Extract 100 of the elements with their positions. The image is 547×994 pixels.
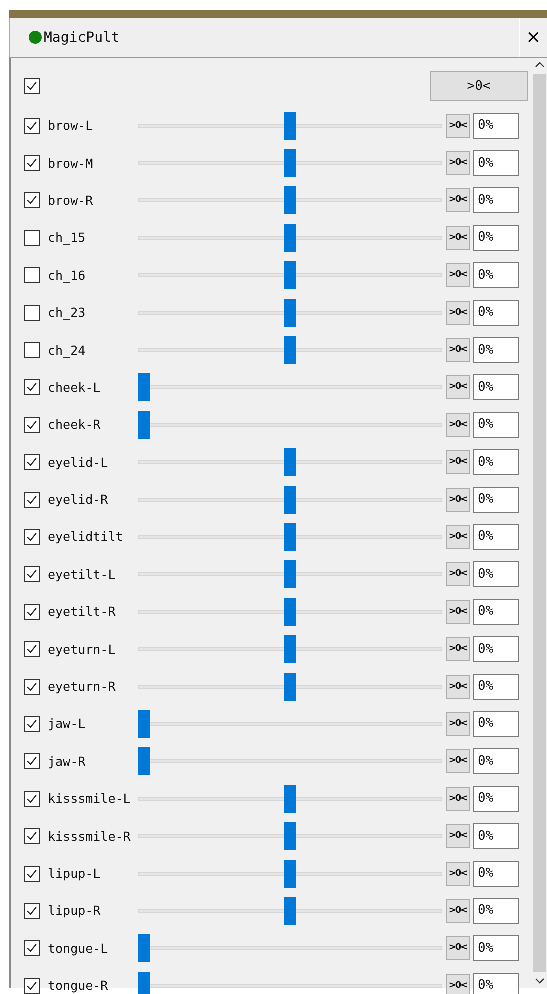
reset-button[interactable]: >0< (446, 936, 470, 960)
slider-thumb[interactable] (284, 560, 296, 588)
slider-thumb[interactable] (284, 336, 296, 364)
reset-button[interactable]: >0< (446, 412, 470, 437)
checkbox[interactable] (24, 828, 40, 844)
reset-button[interactable]: >0< (446, 338, 470, 362)
slider[interactable] (138, 635, 442, 664)
slider[interactable] (138, 224, 442, 252)
slider[interactable] (138, 410, 442, 439)
slider-thumb[interactable] (138, 934, 150, 962)
reset-button[interactable]: >0< (446, 898, 470, 923)
slider[interactable] (138, 934, 442, 962)
slider[interactable] (138, 448, 442, 476)
value-field[interactable]: 0% (473, 112, 519, 139)
reset-button[interactable]: >0< (446, 974, 470, 994)
value-field[interactable]: 0% (473, 561, 519, 588)
value-field[interactable]: 0% (473, 524, 519, 550)
slider-thumb[interactable] (284, 448, 296, 476)
slider[interactable] (138, 747, 442, 776)
checkbox[interactable] (24, 902, 40, 919)
reset-button[interactable]: >0< (446, 674, 470, 699)
checkbox[interactable] (24, 304, 40, 321)
slider[interactable] (138, 186, 442, 214)
checkbox[interactable] (24, 454, 40, 470)
reset-button[interactable]: >0< (446, 114, 470, 138)
value-field[interactable]: 0% (473, 935, 519, 962)
slider-thumb[interactable] (284, 149, 296, 178)
slider[interactable] (138, 822, 442, 850)
reset-button[interactable]: >0< (446, 450, 470, 474)
slider-thumb[interactable] (138, 410, 150, 439)
value-field[interactable]: 0% (473, 224, 519, 251)
checkbox[interactable] (24, 866, 40, 882)
value-field[interactable]: 0% (473, 748, 519, 774)
checkbox[interactable] (24, 753, 40, 770)
reset-button[interactable]: >0< (446, 637, 470, 662)
value-field[interactable]: 0% (473, 337, 519, 364)
reset-button[interactable]: >0< (446, 188, 470, 212)
scroll-up-icon[interactable] (534, 62, 544, 68)
value-field[interactable]: 0% (473, 449, 519, 476)
slider[interactable] (138, 710, 442, 738)
reset-button[interactable]: >0< (446, 524, 470, 549)
reset-button[interactable]: >0< (446, 824, 470, 848)
slider-thumb[interactable] (284, 298, 296, 327)
value-field[interactable]: 0% (473, 598, 519, 625)
checkbox[interactable] (24, 342, 40, 358)
reset-button[interactable]: >0< (446, 562, 470, 586)
slider-thumb[interactable] (284, 598, 296, 626)
value-field[interactable]: 0% (473, 262, 519, 288)
value-field[interactable]: 0% (473, 486, 519, 513)
slider-thumb[interactable] (138, 710, 150, 738)
slider[interactable] (138, 672, 442, 701)
reset-button[interactable]: >0< (446, 600, 470, 624)
checkbox[interactable] (24, 155, 40, 172)
slider-thumb[interactable] (284, 672, 296, 701)
value-field[interactable]: 0% (473, 860, 519, 886)
slider[interactable] (138, 860, 442, 888)
checkbox[interactable] (24, 492, 40, 508)
slider[interactable] (138, 373, 442, 402)
slider[interactable] (138, 560, 442, 588)
checkbox[interactable] (24, 78, 40, 94)
reset-button[interactable]: >0< (446, 263, 470, 288)
checkbox[interactable] (24, 118, 40, 134)
checkbox[interactable] (24, 192, 40, 208)
value-field[interactable]: 0% (473, 786, 519, 812)
slider[interactable] (138, 149, 442, 178)
checkbox[interactable] (24, 940, 40, 956)
slider[interactable] (138, 261, 442, 290)
slider-thumb[interactable] (138, 972, 150, 994)
slider-thumb[interactable] (284, 186, 296, 214)
reset-button[interactable]: >0< (446, 749, 470, 774)
checkbox[interactable] (24, 978, 40, 994)
slider-thumb[interactable] (284, 635, 296, 664)
reset-button[interactable]: >0< (446, 151, 470, 176)
slider-thumb[interactable] (284, 784, 296, 813)
value-field[interactable]: 0% (473, 300, 519, 326)
value-field[interactable]: 0% (473, 374, 519, 400)
checkbox[interactable] (24, 230, 40, 246)
slider[interactable] (138, 522, 442, 551)
slider-thumb[interactable] (284, 896, 296, 925)
value-field[interactable]: 0% (473, 636, 519, 662)
slider-thumb[interactable] (284, 822, 296, 850)
slider[interactable] (138, 112, 442, 140)
value-field[interactable]: 0% (473, 150, 519, 176)
reset-button[interactable]: >0< (446, 375, 470, 400)
slider[interactable] (138, 896, 442, 925)
reset-button[interactable]: >0< (446, 226, 470, 250)
checkbox[interactable] (24, 641, 40, 658)
slider-thumb[interactable] (284, 224, 296, 252)
checkbox[interactable] (24, 566, 40, 582)
checkbox[interactable] (24, 528, 40, 545)
slider-thumb[interactable] (138, 747, 150, 776)
slider[interactable] (138, 298, 442, 327)
value-field[interactable]: 0% (473, 187, 519, 214)
slider[interactable] (138, 784, 442, 813)
slider-thumb[interactable] (284, 112, 296, 140)
value-field[interactable]: 0% (473, 823, 519, 850)
value-field[interactable]: 0% (473, 898, 519, 924)
value-field[interactable]: 0% (473, 972, 519, 994)
checkbox[interactable] (24, 267, 40, 284)
slider[interactable] (138, 486, 442, 514)
